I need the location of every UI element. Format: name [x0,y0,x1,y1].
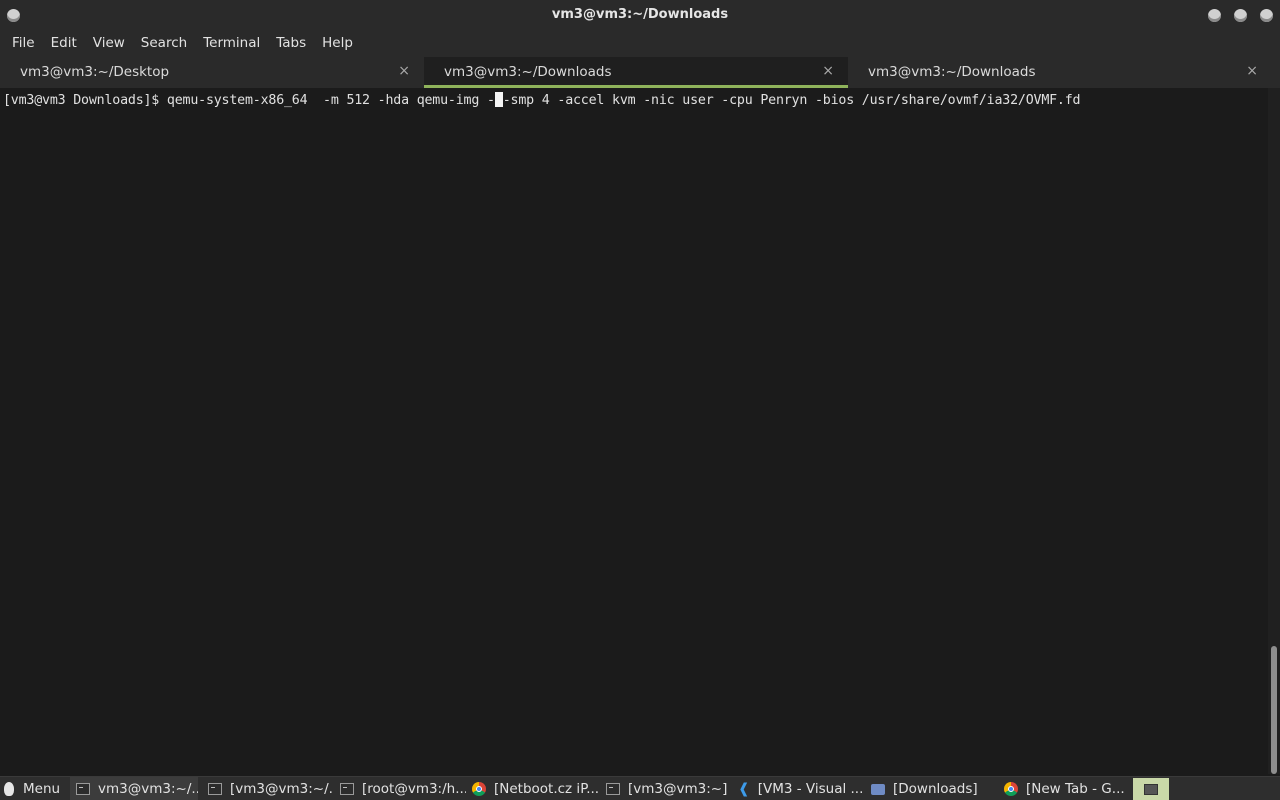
tab-desktop[interactable]: vm3@vm3:~/Desktop × [0,57,424,88]
taskbar-item-label: [Netboot.cz iP... [494,781,598,797]
menu-search[interactable]: Search [133,30,195,57]
taskbar-item-label: [root@vm3:/h... [362,781,466,797]
start-menu-button[interactable]: Menu [4,777,66,800]
chrome-icon [472,782,486,796]
minimize-icon[interactable] [1208,9,1221,22]
window-title: vm3@vm3:~/Downloads [551,7,729,22]
terminal-icon [76,783,90,795]
taskbar-item-vscode[interactable]: ❰ [VM3 - Visual ... [734,777,864,800]
terminal-icon [208,783,222,795]
chrome-icon [1004,782,1018,796]
menu-file[interactable]: File [4,30,43,57]
close-window-icon[interactable] [1260,9,1273,22]
tab-label: vm3@vm3:~/Downloads [444,64,612,80]
shell-prompt: [vm3@vm3 Downloads]$ [3,93,167,108]
command-text-rest: -smp 4 -accel kvm -nic user -cpu Penryn … [502,93,1081,108]
menu-terminal[interactable]: Terminal [195,30,268,57]
taskbar-item-terminal-active[interactable]: vm3@vm3:~/... [70,777,198,800]
taskbar-item-root-terminal[interactable]: [root@vm3:/h... [334,777,466,800]
menu-logo-icon [4,782,14,796]
folder-icon [871,783,885,795]
tab-bar: vm3@vm3:~/Desktop × vm3@vm3:~/Downloads … [0,57,1280,88]
tab-close-icon[interactable]: × [822,63,834,79]
tab-downloads[interactable]: vm3@vm3:~/Downloads × [848,57,1272,88]
scrollbar-thumb[interactable] [1271,646,1277,774]
terminal-icon [340,783,354,795]
menu-tabs[interactable]: Tabs [268,30,314,57]
taskbar-item-label: [New Tab - G... [1026,781,1125,797]
taskbar-item-terminal[interactable]: [vm3@vm3:~/... [202,777,332,800]
taskbar-item-label: [vm3@vm3:~] [628,781,728,797]
taskbar-item-chrome-netboot[interactable]: [Netboot.cz iP... [468,777,598,800]
taskbar-item-label: [Downloads] [893,781,978,797]
command-line: [vm3@vm3 Downloads]$ qemu-system-x86_64 … [3,92,1081,108]
taskbar-item-label: [vm3@vm3:~/... [230,781,332,797]
tab-downloads-active[interactable]: vm3@vm3:~/Downloads × [424,57,848,88]
terminal-scrollbar[interactable] [1268,88,1280,774]
tab-close-icon[interactable]: × [1246,63,1258,79]
tab-label: vm3@vm3:~/Downloads [868,64,1036,80]
text-cursor [494,92,503,107]
taskbar-item-terminal-home[interactable]: [vm3@vm3:~] [600,777,730,800]
taskbar-item-chrome-newtab[interactable]: [New Tab - G... [998,777,1128,800]
taskbar: Menu vm3@vm3:~/... [vm3@vm3:~/... [root@… [0,776,1280,800]
taskbar-item-label: vm3@vm3:~/... [98,781,198,797]
tab-close-icon[interactable]: × [398,63,410,79]
menu-edit[interactable]: Edit [43,30,85,57]
tab-label: vm3@vm3:~/Desktop [20,64,170,80]
taskbar-item-file-manager[interactable]: [Downloads] [866,777,996,800]
vscode-icon: ❰ [738,781,750,797]
terminal-output[interactable]: [vm3@vm3 Downloads]$ qemu-system-x86_64 … [0,88,1268,774]
menubar: File Edit View Search Terminal Tabs Help [0,30,1280,57]
menu-help[interactable]: Help [314,30,361,57]
command-text: qemu-system-x86_64 -m 512 -hda qemu-img … [166,93,495,108]
taskbar-item-label: [VM3 - Visual ... [757,781,864,797]
menu-view[interactable]: View [85,30,133,57]
terminal-icon [606,783,620,795]
menu-label: Menu [23,781,61,797]
show-desktop-button[interactable] [1133,778,1169,800]
window-titlebar: vm3@vm3:~/Downloads [0,0,1280,30]
workspace-icon [1144,783,1158,795]
maximize-icon[interactable] [1234,9,1247,22]
